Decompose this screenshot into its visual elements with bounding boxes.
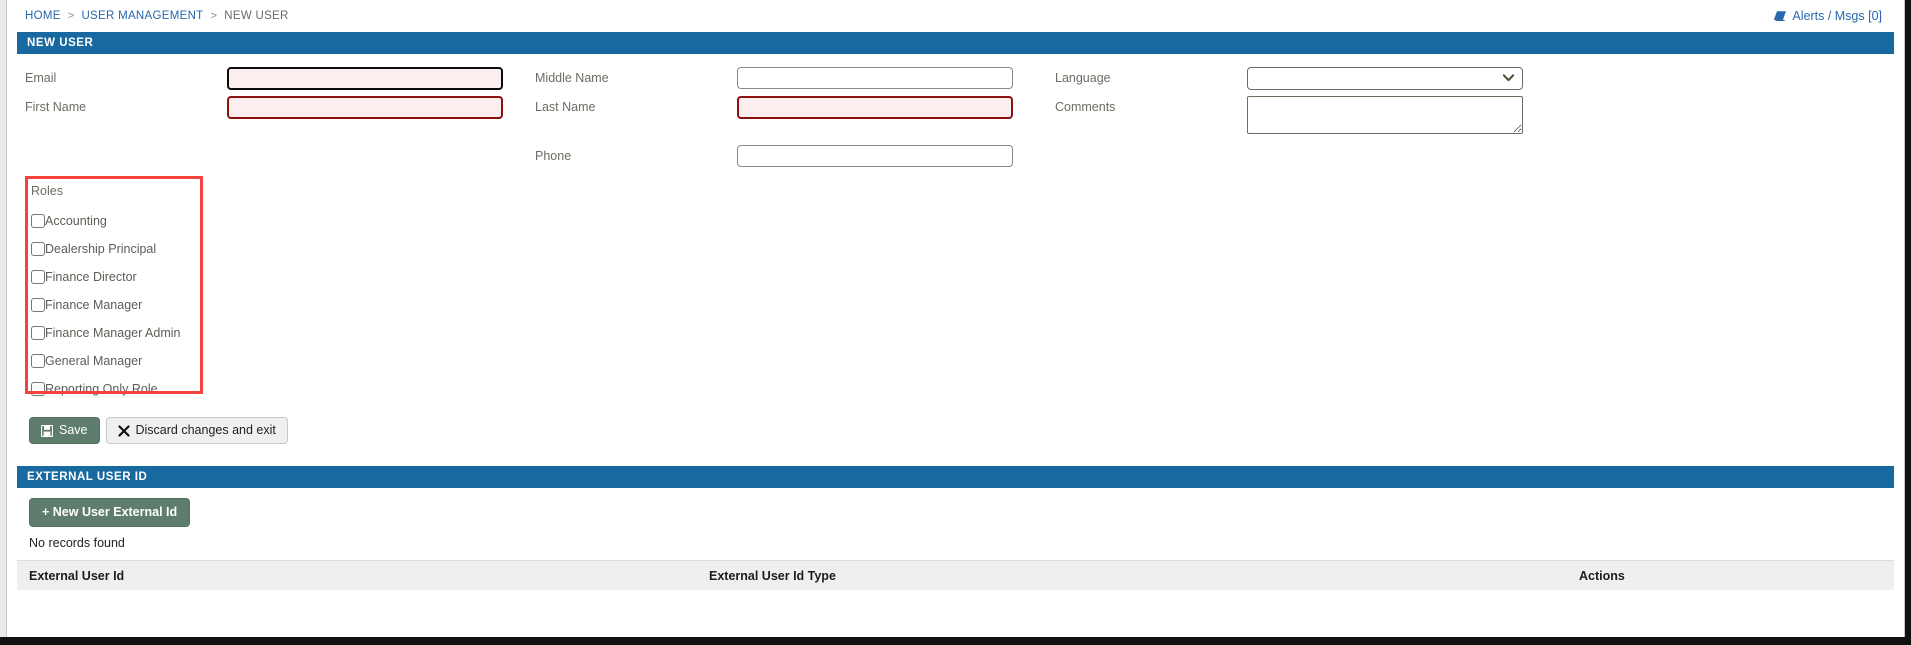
breadcrumb-separator: >	[210, 10, 218, 22]
phone-input[interactable]	[737, 145, 1013, 167]
language-field-cell	[1247, 64, 1587, 93]
discard-changes-button[interactable]: Discard changes and exit	[105, 417, 288, 444]
middle-name-label: Middle Name	[535, 71, 609, 85]
comments-textarea[interactable]	[1247, 96, 1523, 134]
screenshot-viewport: HOME > USER MANAGEMENT > NEW USER Alerts…	[0, 0, 1911, 645]
role-checkbox-general-manager[interactable]	[31, 354, 45, 368]
comments-label: Comments	[1055, 100, 1116, 114]
language-select-wrap	[1247, 67, 1523, 90]
external-user-id-empty-message: No records found	[29, 536, 125, 550]
floppy-disk-icon	[41, 424, 53, 437]
role-item-dealership-principal[interactable]: Dealership Principal	[31, 235, 217, 263]
new-user-panel: NEW USER Email Middle Name Language Firs…	[17, 32, 1894, 454]
role-item-general-manager[interactable]: General Manager	[31, 347, 217, 375]
new-user-panel-title: NEW USER	[17, 32, 1894, 54]
save-button[interactable]: Save	[29, 417, 100, 444]
column-header-actions: Actions	[1579, 568, 1625, 583]
email-label: Email	[25, 71, 57, 85]
new-user-external-id-button[interactable]: + New User External Id	[29, 498, 191, 527]
column-header-external-user-id-type: External User Id Type	[709, 568, 836, 583]
column-header-external-user-id: External User Id	[29, 568, 125, 583]
last-name-field-cell	[737, 93, 1047, 122]
last-name-label: Last Name	[535, 100, 596, 114]
breadcrumb-item-home[interactable]: HOME	[25, 10, 61, 22]
role-item-finance-manager-admin[interactable]: Finance Manager Admin	[31, 319, 217, 347]
panel-gap	[7, 454, 1904, 466]
page-right-edge	[1905, 0, 1911, 645]
middle-name-field-cell	[737, 64, 1047, 92]
role-item-finance-manager[interactable]: Finance Manager	[31, 291, 217, 319]
role-label-accounting[interactable]: Accounting	[45, 214, 107, 228]
page-bottom-edge	[0, 637, 1911, 645]
breadcrumb-item-user-management[interactable]: USER MANAGEMENT	[81, 10, 203, 22]
external-user-id-table-header: External User Id External User Id Type A…	[17, 560, 1894, 590]
role-checkbox-finance-director[interactable]	[31, 270, 45, 284]
breadcrumb-separator: >	[67, 10, 75, 22]
email-field-cell	[227, 64, 527, 93]
language-select[interactable]	[1247, 67, 1523, 90]
external-user-id-panel: EXTERNAL USER ID + New User External Id …	[17, 466, 1894, 590]
breadcrumb-item-new-user: NEW USER	[224, 10, 289, 22]
role-label-finance-manager[interactable]: Finance Manager	[45, 298, 142, 312]
external-user-id-panel-title: EXTERNAL USER ID	[17, 466, 1894, 488]
app-page: HOME > USER MANAGEMENT > NEW USER Alerts…	[6, 0, 1905, 637]
middle-name-input[interactable]	[737, 67, 1013, 89]
role-label-reporting-only-role[interactable]: Reporting Only Role	[45, 382, 158, 396]
role-item-finance-director[interactable]: Finance Director	[31, 263, 217, 291]
phone-field-cell	[737, 142, 1047, 170]
first-name-label: First Name	[25, 100, 87, 114]
roles-section: Roles Accounting Dealership Principal Fi…	[17, 176, 1894, 409]
comments-field-cell	[1247, 93, 1587, 142]
first-name-field-cell	[227, 93, 527, 122]
roles-title: Roles	[31, 184, 63, 198]
first-name-input[interactable]	[227, 96, 503, 119]
top-bar: HOME > USER MANAGEMENT > NEW USER Alerts…	[7, 0, 1904, 32]
external-user-id-panel-body: + New User External Id No records found …	[17, 488, 1894, 590]
alerts-label: Alerts / Msgs [0]	[1792, 9, 1882, 23]
language-label: Language	[1055, 71, 1111, 85]
last-name-input[interactable]	[737, 96, 1013, 119]
save-button-label: Save	[59, 423, 88, 437]
role-item-reporting-only-role[interactable]: Reporting Only Role	[31, 375, 217, 403]
role-checkbox-finance-manager-admin[interactable]	[31, 326, 45, 340]
roles-list-container: Roles Accounting Dealership Principal Fi…	[17, 176, 217, 409]
role-label-finance-manager-admin[interactable]: Finance Manager Admin	[45, 326, 181, 340]
form-actions: Save Discard changes and exit	[17, 409, 1894, 454]
phone-label: Phone	[535, 149, 572, 163]
role-checkbox-dealership-principal[interactable]	[31, 242, 45, 256]
role-checkbox-accounting[interactable]	[31, 214, 45, 228]
role-label-general-manager[interactable]: General Manager	[45, 354, 142, 368]
role-label-dealership-principal[interactable]: Dealership Principal	[45, 242, 156, 256]
x-icon	[117, 424, 130, 437]
alerts-messages-link[interactable]: Alerts / Msgs [0]	[1773, 9, 1882, 23]
breadcrumb: HOME > USER MANAGEMENT > NEW USER	[25, 10, 289, 22]
book-icon	[1773, 10, 1787, 22]
role-item-accounting[interactable]: Accounting	[31, 207, 217, 235]
email-input[interactable]	[227, 67, 503, 90]
discard-button-label: Discard changes and exit	[135, 423, 276, 437]
role-checkbox-finance-manager[interactable]	[31, 298, 45, 312]
external-user-id-actions: + New User External Id	[17, 496, 1894, 527]
role-label-finance-director[interactable]: Finance Director	[45, 270, 137, 284]
role-checkbox-reporting-only-role[interactable]	[31, 382, 45, 396]
new-user-form: Email Middle Name Language First Name La…	[17, 54, 1894, 172]
new-user-panel-body: Email Middle Name Language First Name La…	[17, 54, 1894, 454]
